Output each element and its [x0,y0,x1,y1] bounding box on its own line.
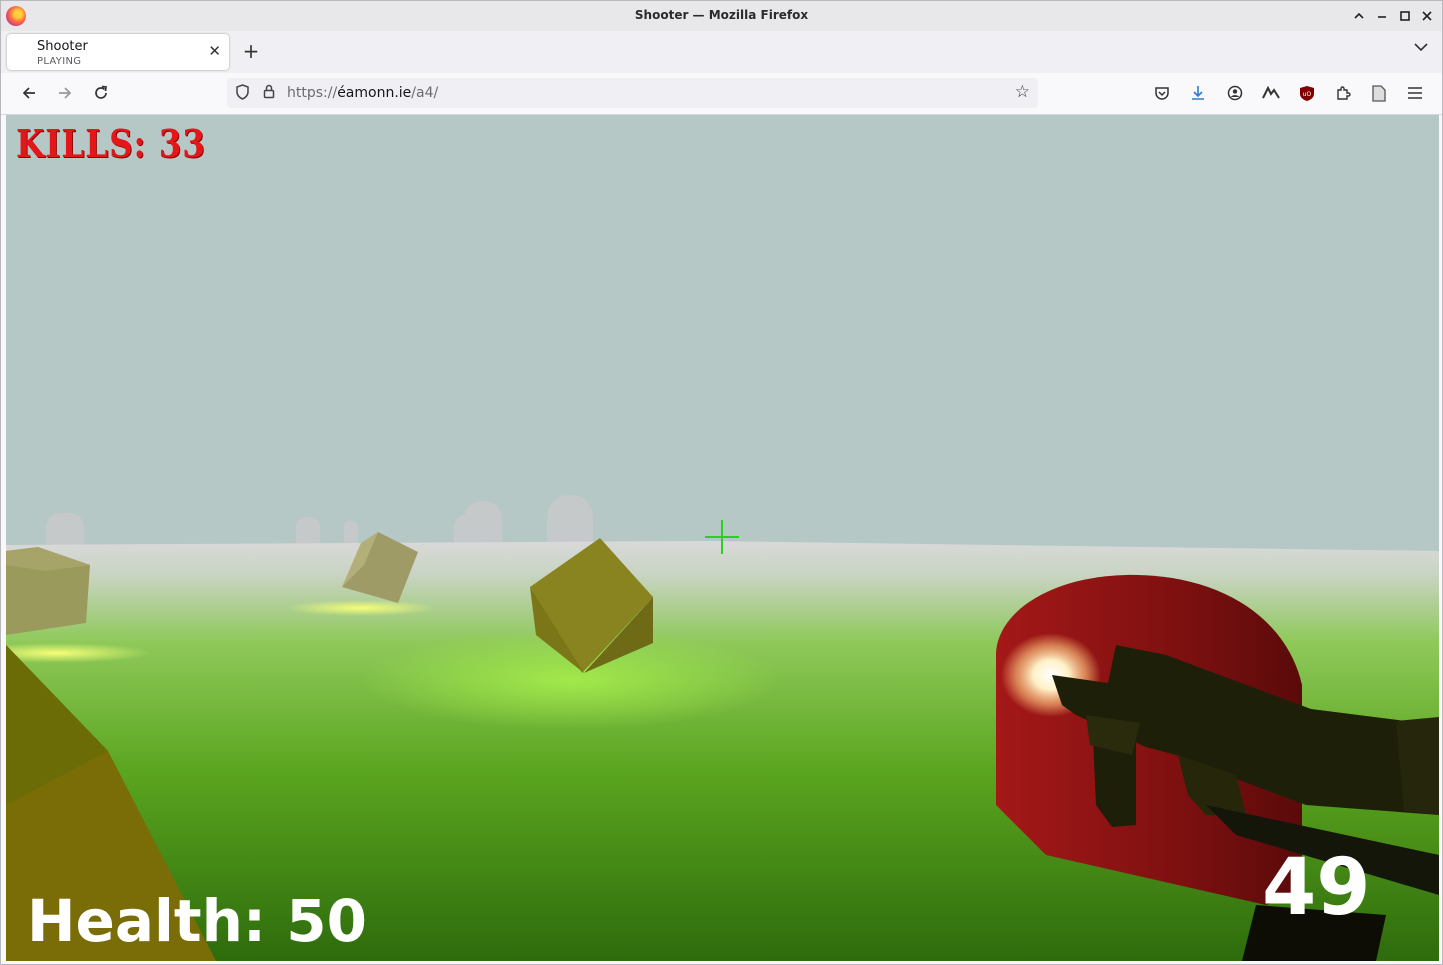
minimize-icon[interactable] [1350,7,1368,25]
game-scene [6,115,1439,961]
close-window-icon[interactable] [1418,7,1436,25]
forward-arrow-icon[interactable] [54,82,76,104]
extensions-puzzle-icon[interactable] [1334,84,1352,102]
sky [6,115,1439,555]
list-all-tabs-icon[interactable] [1414,41,1428,56]
new-tab-icon[interactable]: + [241,39,261,63]
maximize-icon[interactable] [1396,7,1414,25]
star-icon[interactable]: ☆ [1015,82,1030,102]
url-text[interactable]: https://éamonn.ie/a4/ [287,85,438,101]
ublock-origin-icon[interactable]: uO [1298,84,1316,102]
tab-title: Shooter [37,39,88,54]
game-viewport[interactable]: KILLS: 33 Health: 50 49 [6,115,1439,961]
back-arrow-icon[interactable] [18,82,40,104]
window-title: Shooter — Mozilla Firefox [634,8,809,22]
shade-icon[interactable] [1373,7,1391,25]
downloads-icon[interactable] [1189,84,1207,102]
account-icon[interactable] [1226,84,1244,102]
page-document-icon[interactable] [1370,84,1388,102]
reload-icon[interactable] [90,82,112,104]
pocket-icon[interactable] [1153,84,1171,102]
ground-glow-small [286,600,436,616]
svg-text:uO: uO [1303,91,1312,98]
hamburger-menu-icon[interactable] [1406,84,1424,102]
kills-counter: KILLS: 33 [16,121,206,166]
health-readout: Health: 50 [27,887,368,955]
tab-playing-label: PLAYING [37,56,82,67]
tab-strip: Shooter PLAYING ✕ + [1,31,1442,73]
padlock-icon[interactable] [263,84,275,103]
tracking-protection-shield-icon[interactable] [235,84,250,104]
ammo-counter: 49 [1262,843,1371,933]
browser-window: Shooter — Mozilla Firefox Shooter PLAYIN… [0,0,1443,965]
extension-arrows-icon[interactable] [1262,84,1280,102]
title-bar: Shooter — Mozilla Firefox [1,1,1442,31]
close-tab-icon[interactable]: ✕ [208,42,221,60]
navigation-toolbar: https://éamonn.ie/a4/ ☆ uO [1,73,1442,115]
tab-shooter[interactable]: Shooter PLAYING ✕ [7,34,229,70]
address-bar[interactable]: https://éamonn.ie/a4/ ☆ [227,78,1038,108]
